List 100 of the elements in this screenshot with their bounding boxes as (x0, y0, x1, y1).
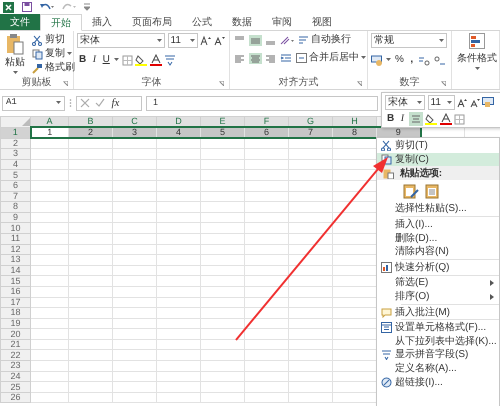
font-name-field[interactable]: 宋体 (385, 95, 425, 110)
ribbon-tab[interactable]: 公式 (182, 14, 222, 30)
menu-item[interactable]: 删除(D)... (377, 231, 499, 245)
percent-button[interactable]: % (393, 53, 406, 67)
indent-icon[interactable] (280, 53, 292, 63)
dialog-launcher-icon[interactable] (219, 81, 224, 86)
row-header[interactable]: 6 (0, 180, 30, 192)
decrease-decimal-icon[interactable] (433, 54, 446, 66)
cell[interactable]: 7 (288, 127, 332, 138)
fill-color-icon[interactable] (425, 113, 438, 125)
font-name-field[interactable]: 宋体 (77, 33, 165, 48)
menu-item[interactable]: 排序(O) (377, 290, 499, 304)
row-header[interactable]: 19 (0, 318, 30, 329)
menu-item[interactable]: 剪切(T) (377, 139, 499, 153)
row-header[interactable]: 5 (0, 170, 30, 180)
paste-button[interactable]: 粘贴 (3, 33, 27, 77)
font-color-icon[interactable] (150, 54, 162, 66)
menu-item[interactable]: 选择性粘贴(S)... (377, 202, 499, 216)
align-right-icon[interactable] (264, 52, 277, 64)
cell-style-icon[interactable] (482, 97, 494, 108)
ribbon-tab[interactable]: 审阅 (262, 14, 302, 30)
underline-button[interactable]: U (100, 53, 112, 67)
row-header[interactable]: 10 (0, 222, 30, 234)
row-header[interactable]: 13 (0, 254, 30, 266)
align-center-icon[interactable] (248, 52, 262, 64)
undo-icon[interactable] (40, 2, 54, 12)
row-header[interactable]: 16 (0, 286, 30, 297)
ribbon-tab[interactable]: 插入 (82, 14, 122, 30)
menu-item[interactable]: 清除内容(N) (377, 244, 499, 259)
font-size-field[interactable]: 11 (428, 95, 454, 110)
cell[interactable]: 6 (244, 127, 288, 138)
row-header[interactable]: 9 (0, 212, 30, 223)
menu-item[interactable]: 插入(I)... (377, 218, 499, 232)
phonetic-icon[interactable] (164, 54, 176, 66)
wrap-text-button[interactable]: 自动换行 (296, 33, 353, 47)
cell[interactable]: 5 (200, 127, 244, 138)
cell[interactable]: 2 (68, 127, 112, 138)
row-header[interactable]: 23 (0, 360, 30, 372)
row-header[interactable]: 18 (0, 308, 30, 318)
merge-center-button[interactable]: 合并后居中 (294, 51, 368, 65)
save-icon[interactable] (22, 2, 32, 12)
paste-formatting-icon[interactable] (403, 183, 419, 200)
middle-align-icon[interactable] (248, 34, 262, 46)
row-header[interactable]: 24 (0, 371, 30, 382)
row-header[interactable]: 3 (0, 148, 30, 160)
row-header[interactable]: 1 (0, 127, 30, 138)
menu-item[interactable]: 从下拉列表中选择(K)... (377, 334, 499, 348)
dialog-launcher-icon[interactable] (63, 81, 68, 86)
row-header[interactable]: 12 (0, 244, 30, 255)
menu-item[interactable]: 筛选(E) (377, 276, 499, 290)
align-center-icon[interactable] (408, 112, 423, 126)
ribbon-tab[interactable]: 视图 (302, 14, 342, 30)
italic-button[interactable]: I (398, 112, 406, 126)
row-header[interactable]: 22 (0, 350, 30, 361)
insert-function-button[interactable]: fx (110, 96, 122, 110)
currency-icon[interactable] (371, 54, 383, 66)
cell[interactable]: 4 (156, 127, 200, 138)
row-header[interactable]: 11 (0, 233, 30, 244)
increase-decimal-icon[interactable] (418, 54, 431, 66)
copy-button[interactable]: 复制 (30, 47, 77, 61)
menu-item[interactable]: 快速分析(Q) (377, 260, 499, 274)
row-header[interactable]: 25 (0, 382, 30, 392)
menu-item[interactable]: 显示拼音字段(S) (377, 348, 499, 362)
format-painter-button[interactable]: 格式刷 (30, 61, 77, 75)
comma-button[interactable]: , (408, 53, 416, 67)
menu-item[interactable]: 复制(C) (377, 152, 499, 166)
ribbon-tab[interactable]: 数据 (222, 14, 262, 30)
ribbon-tab[interactable]: 开始 (40, 14, 82, 31)
menu-item[interactable]: 设置单元格格式(F)... (377, 320, 499, 335)
cell[interactable]: 3 (112, 127, 156, 138)
number-format-field[interactable]: 常规 (371, 33, 447, 48)
row-header[interactable]: 26 (0, 392, 30, 403)
name-box[interactable]: A1 (2, 96, 65, 110)
conditional-format-button[interactable]: 条件格式 (455, 33, 499, 77)
decrease-font-icon[interactable] (214, 35, 224, 46)
align-left-icon[interactable] (233, 52, 246, 64)
italic-button[interactable]: I (90, 53, 98, 67)
increase-font-icon[interactable] (200, 35, 211, 46)
row-header[interactable]: 15 (0, 276, 30, 286)
fill-color-icon[interactable] (135, 54, 148, 66)
row-header[interactable]: 2 (0, 138, 30, 149)
row-header[interactable]: 4 (0, 159, 30, 170)
ribbon-tab[interactable]: 文件 (0, 14, 40, 30)
cell[interactable]: 8 (332, 127, 376, 138)
font-color-icon[interactable] (440, 113, 452, 125)
bold-button[interactable]: B (385, 112, 396, 126)
customize-icon[interactable] (84, 3, 90, 11)
cut-button[interactable]: 剪切 (30, 33, 77, 47)
row-header[interactable]: 7 (0, 191, 30, 202)
bold-button[interactable]: B (77, 53, 88, 67)
menu-item[interactable]: 插入批注(M) (377, 305, 499, 319)
orientation-icon[interactable] (280, 34, 294, 46)
cell[interactable]: 1 (30, 127, 68, 138)
ribbon-tab[interactable]: 页面布局 (122, 14, 182, 30)
dialog-launcher-icon[interactable] (441, 81, 446, 86)
row-header[interactable]: 20 (0, 328, 30, 340)
decrease-font-icon[interactable] (470, 97, 480, 108)
row-header[interactable]: 21 (0, 339, 30, 350)
row-header[interactable]: 17 (0, 297, 30, 308)
increase-font-icon[interactable] (457, 97, 467, 108)
